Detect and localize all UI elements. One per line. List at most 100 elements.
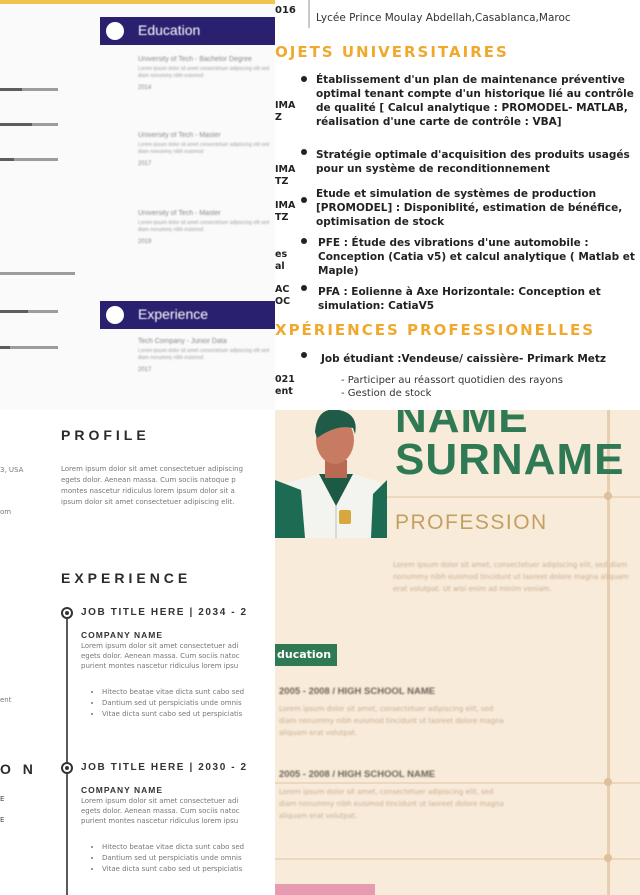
company-name: COMPANY NAME [81,630,164,640]
job-desc: purient montes nascetur ridiculus lorem … [81,662,239,670]
school-title: 2005 - 2008 / HIGH SCHOOL NAME [279,686,436,697]
left-fragment: es al [275,249,288,272]
timeline-line [66,616,68,895]
grid-node [604,854,612,862]
profession-title: PROFESSION [395,511,548,534]
location-fragment: 3, USA [0,466,24,474]
job-desc: egets dolor. Aenean massa. Cum sociis na… [81,652,240,660]
grid-node [604,778,612,786]
school-desc: diam nonummy nibh euismod tincidunt ut l… [279,717,504,725]
projects-heading: OJETS UNIVERSITAIRES [275,43,509,61]
profile-line: egets dolor. Aenean massa. Cum sociis na… [61,476,236,484]
item-year: 2019 [138,239,152,245]
resume-panel-top-right: 016 Lycée Prince Moulay Abdellah,Casabla… [275,0,640,410]
job-task: - Participer au réassort quotidien des r… [341,375,563,386]
item-year: 2017 [138,161,152,167]
side-mark: E [0,816,5,824]
skill-bar-fill [0,158,14,161]
bullet-item: Dantium sed ut perspiciatis unde omnis [102,698,244,709]
grid-line [275,858,640,860]
project-entry: Stratégie optimale d'acquisition des pro… [316,149,630,175]
email-fragment: om [0,508,12,516]
side-mark: E [0,795,5,803]
skill-bar-fill [0,123,32,126]
left-fragment: IMA Z [275,100,296,123]
school-name: Lycée Prince Moulay Abdellah,Casablanca,… [316,12,571,24]
side-fragment: ent [0,696,12,704]
name-line-2: SURNAME [395,435,625,484]
profile-line: Lorem ipsum dolor sit amet consectetuer … [61,465,244,473]
timeline-dot [301,149,307,155]
project-entry: Établissement d'un plan de maintenance p… [316,74,634,128]
job-desc: egets dolor. Aenean massa. Cum sociis na… [81,807,240,815]
bullet-item: Vitae dicta sunt cabo sed ut perspiciati… [102,864,244,875]
left-fragment: IMA TZ [275,200,296,223]
bullet-item: Dantium sed ut perspiciatis unde omnis [102,853,244,864]
divider-line [308,0,310,28]
skill-bar [0,272,75,275]
job-bullets: Hitecto beatae vitae dicta sunt cabo sed… [90,842,244,875]
bullet-item: Hitecto beatae vitae dicta sunt cabo sed [102,842,244,853]
job-desc: purient montes nascetur ridiculus lorem … [81,817,239,825]
profile-line: nonummy nibh euismod tincidunt ut laoree… [393,573,629,581]
profile-line: Lorem ipsum dolor sit amet, consectetuer… [393,561,628,569]
project-entry: Etude et simulation de systèmes de produ… [316,188,623,228]
education-item: University of Tech - Master Lorem ipsum … [138,210,270,245]
school-desc: Lorem ipsum dolor sit amet, consectetuer… [279,788,494,796]
experience-heading: EXPERIENCE [61,570,192,586]
item-title: University of Tech - Master [138,132,221,139]
profile-line: montes nascetur ridiculus lorem ipsum do… [61,487,235,495]
experience-section-header: Experience [100,301,275,329]
project-entry: PFA : Eolienne à Axe Horizontale: Concep… [318,286,601,312]
item-year: 2014 [138,85,152,91]
avatar-illustration [275,410,387,538]
school-desc: Lorem ipsum dolor sit amet, consectetuer… [279,705,494,713]
profile-line: erat volutpat. Ut wisi enim ad minim ven… [393,585,552,593]
grid-line [275,782,640,784]
item-desc: Lorem ipsum dolor sit amet consectetuer … [138,142,270,155]
job-title: JOB TITLE HERE | 2034 - 2 [81,607,248,618]
timeline-dot [301,238,307,244]
resume-panel-top-left: Education University of Tech - Bachelor … [0,0,275,410]
job-desc: Lorem ipsum dolor sit amet consectetuer … [81,642,239,650]
profile-line: ipsum dolor sit amet consectetuer adipis… [61,498,235,506]
company-name: COMPANY NAME [81,785,164,795]
job-task: - Gestion de stock [341,388,432,399]
job-title: JOB TITLE HERE | 2030 - 2 [81,762,248,773]
job-title: Job étudiant :Vendeuse/ caissière- Prima… [321,353,607,365]
education-tag: ducation [275,644,337,666]
education-section-header: Education [100,17,275,45]
item-desc: Lorem ipsum dolor sit amet consectetuer … [138,348,270,361]
briefcase-icon [106,306,124,324]
item-title: University of Tech - Master [138,210,221,217]
job-bullets: Hitecto beatae vitae dicta sunt cabo sed… [90,687,244,720]
skill-bar-fill [0,310,28,313]
bullet-item: Vitae dicta sunt cabo sed ut perspiciati… [102,709,244,720]
item-year: 2017 [138,367,152,373]
left-fragment: 021 ent [275,374,295,397]
education-item: University of Tech - Bachelor Degree Lor… [138,56,270,91]
timeline-marker [61,607,73,619]
skill-bar-fill [0,346,10,349]
timeline-marker [61,762,73,774]
item-title: Tech Company - Junior Data [138,338,227,345]
job-desc: Lorem ipsum dolor sit amet consectetuer … [81,797,239,805]
timeline-dot [301,76,307,82]
grid-node [604,492,612,500]
section-tab [275,884,375,895]
year-fragment: 016 [275,5,296,16]
school-desc: aliquam erat volutpat. [279,812,358,820]
item-desc: Lorem ipsum dolor sit amet consectetuer … [138,66,270,79]
item-desc: Lorem ipsum dolor sit amet consectetuer … [138,220,270,233]
school-title: 2005 - 2008 / HIGH SCHOOL NAME [279,769,436,780]
education-item: University of Tech - Master Lorem ipsum … [138,132,270,167]
accent-bar [0,0,275,4]
experience-heading: XPÉRIENCES PROFESSIONELLES [275,321,596,339]
timeline-dot [301,352,307,358]
skill-bar-fill [0,88,22,91]
bullet-item: Hitecto beatae vitae dicta sunt cabo sed [102,687,244,698]
experience-item: Tech Company - Junior Data Lorem ipsum d… [138,338,270,373]
education-heading: Education [138,22,201,38]
school-desc: aliquam erat volutpat. [279,729,358,737]
experience-heading: Experience [138,306,209,322]
